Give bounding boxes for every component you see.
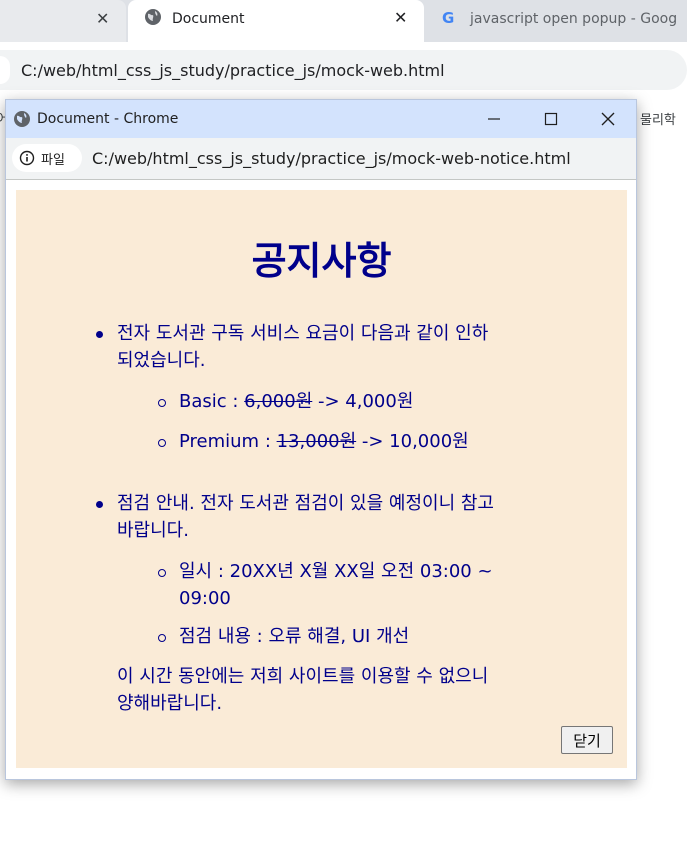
notice-page: 공지사항 전자 도서관 구독 서비스 요금이 다음과 같이 인하 되었습니다. … bbox=[16, 190, 627, 768]
site-info-button[interactable] bbox=[0, 56, 10, 84]
sub-bullet bbox=[158, 634, 166, 642]
google-icon: G bbox=[442, 9, 455, 27]
list-bullet bbox=[96, 331, 103, 338]
popup-title: Document - Chrome bbox=[37, 111, 179, 127]
maintenance-text: 점검 내용 : 오류 해결, UI 개선 bbox=[179, 626, 410, 647]
toolbar: C:/web/html_css_js_study/practice_js/moc… bbox=[0, 42, 687, 97]
chip-label: 파일 bbox=[41, 152, 65, 168]
tab-strip: ✕ Document ✕ G javascript open popup - G… bbox=[0, 0, 687, 42]
address-bar[interactable]: C:/web/html_css_js_study/practice_js/moc… bbox=[0, 50, 687, 90]
window-close-button[interactable] bbox=[579, 100, 636, 138]
popup-address-bar[interactable]: 파일 C:/web/html_css_js_study/practice_js/… bbox=[6, 138, 636, 180]
notice-item-text: 바랍니다. bbox=[117, 520, 189, 541]
sub-bullet bbox=[158, 399, 166, 407]
site-info-chip[interactable]: 파일 bbox=[12, 144, 82, 172]
tab-label: Document bbox=[172, 11, 245, 27]
notice-text: 이 시간 동안에는 저희 사이트를 이용할 수 없으니 bbox=[117, 666, 489, 687]
info-icon bbox=[19, 150, 35, 166]
notice-item-text: 점검 안내. 전자 도서관 점검이 있을 예정이니 참고 bbox=[117, 493, 494, 514]
tab-close-icon[interactable]: ✕ bbox=[394, 8, 407, 27]
notice-item-text: 전자 도서관 구독 서비스 요금이 다음과 같이 인하 bbox=[117, 323, 489, 344]
new-price: -> 10,000원 bbox=[356, 431, 469, 452]
globe-icon bbox=[145, 9, 161, 25]
maximize-icon bbox=[544, 112, 557, 126]
tab-document[interactable]: Document ✕ bbox=[128, 0, 424, 42]
tab-label: javascript open popup - Goog bbox=[470, 11, 678, 27]
list-bullet bbox=[96, 501, 103, 508]
schedule-text: 09:00 bbox=[179, 588, 231, 609]
close-button[interactable]: 닫기 bbox=[561, 726, 613, 754]
old-price: 13,000원 bbox=[276, 431, 357, 452]
sub-bullet bbox=[158, 569, 166, 577]
basic-price: Basic : 6,000원 -> 4,000원 bbox=[179, 388, 413, 415]
bookmark-item[interactable]: 물리학 bbox=[640, 109, 676, 128]
sub-bullet bbox=[158, 439, 166, 447]
address-url: C:/web/html_css_js_study/practice_js/moc… bbox=[21, 61, 445, 80]
tab-previous[interactable]: ✕ bbox=[0, 0, 126, 42]
schedule-text: 일시 : 20XX년 X월 XX일 오전 03:00 ~ bbox=[179, 561, 493, 582]
minimize-icon bbox=[487, 118, 500, 120]
maximize-button[interactable] bbox=[522, 100, 579, 138]
new-price: -> 4,000원 bbox=[312, 391, 414, 412]
minimize-button[interactable] bbox=[465, 100, 522, 138]
price-label: Premium : bbox=[179, 431, 277, 452]
popup-title-bar[interactable]: Document - Chrome bbox=[6, 100, 636, 138]
notice-text: 양해바랍니다. bbox=[117, 693, 223, 714]
globe-icon bbox=[14, 111, 30, 127]
price-label: Basic : bbox=[179, 391, 245, 412]
tab-google-search[interactable]: G javascript open popup - Goog bbox=[426, 0, 687, 42]
popup-url: C:/web/html_css_js_study/practice_js/moc… bbox=[92, 149, 571, 168]
premium-price: Premium : 13,000원 -> 10,000원 bbox=[179, 428, 469, 455]
notice-item-text: 되었습니다. bbox=[117, 350, 206, 371]
close-icon bbox=[601, 112, 614, 126]
page-title: 공지사항 bbox=[251, 239, 392, 283]
old-price: 6,000원 bbox=[244, 391, 313, 412]
popup-window: Document - Chrome 파일 C:/web/html_css_js_… bbox=[5, 99, 637, 780]
tab-close-icon[interactable]: ✕ bbox=[96, 9, 109, 28]
